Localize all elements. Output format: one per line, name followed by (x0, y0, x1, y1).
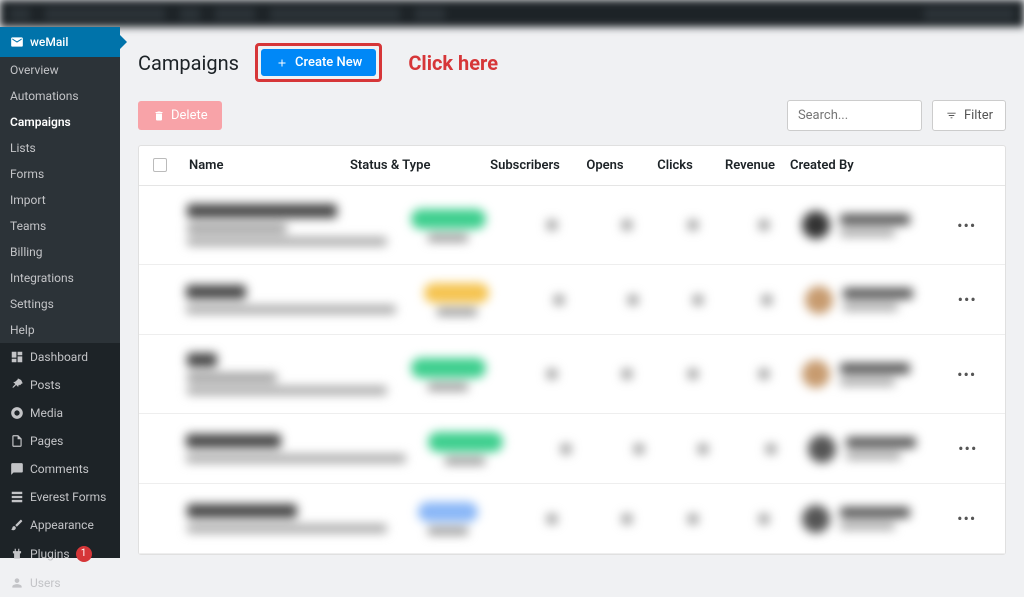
sidebar-sub-automations[interactable]: Automations (0, 83, 120, 109)
sidebar-item-dashboard[interactable]: Dashboard (0, 343, 120, 371)
sidebar-item-appearance[interactable]: Appearance (0, 511, 120, 539)
sidebar-sub-campaigns[interactable]: Campaigns (0, 109, 120, 135)
sidebar: weMail OverviewAutomationsCampaignsLists… (0, 27, 120, 558)
sidebar-item-comments[interactable]: Comments (0, 455, 120, 483)
col-revenue: Revenue (710, 158, 790, 173)
main-content: Campaigns Create New Click here Delete (120, 27, 1024, 558)
dashboard-icon (10, 350, 24, 364)
create-button-label: Create New (295, 55, 362, 70)
campaign-name-cell (187, 353, 387, 395)
more-actions-icon[interactable]: ••• (958, 290, 977, 309)
sidebar-brand-wemail[interactable]: weMail (0, 27, 120, 57)
users-icon (10, 576, 24, 590)
sidebar-item-everest-forms[interactable]: Everest Forms (0, 483, 120, 511)
campaign-name-cell (187, 204, 387, 246)
status-cell (396, 283, 517, 316)
more-actions-icon[interactable]: ••• (957, 365, 976, 384)
col-created-by: Created By (790, 158, 955, 173)
sidebar-item-pages[interactable]: Pages (0, 427, 120, 455)
sidebar-sub-help[interactable]: Help (0, 317, 120, 343)
sidebar-sub-overview[interactable]: Overview (0, 57, 120, 83)
more-actions-icon[interactable]: ••• (958, 439, 977, 458)
sidebar-item-media[interactable]: Media (0, 399, 120, 427)
filter-button-label: Filter (964, 108, 993, 123)
sidebar-sub-billing[interactable]: Billing (0, 239, 120, 265)
status-cell (387, 358, 510, 391)
hint-annotation: Click here (408, 51, 498, 75)
status-cell (387, 502, 510, 535)
created-by-cell (808, 435, 959, 463)
col-clicks: Clicks (640, 158, 710, 173)
sidebar-item-users[interactable]: Users (0, 569, 120, 597)
plugin-icon (10, 547, 24, 561)
admin-topbar (0, 0, 1024, 27)
sidebar-sub-teams[interactable]: Teams (0, 213, 120, 239)
pin-icon (10, 378, 24, 392)
badge: 1 (76, 546, 92, 562)
plus-icon (275, 56, 289, 70)
delete-button-label: Delete (171, 108, 208, 123)
sidebar-submenu: OverviewAutomationsCampaignsListsFormsIm… (0, 57, 120, 343)
create-button-highlight: Create New (255, 43, 382, 82)
table-row[interactable]: ••• (139, 484, 1005, 554)
col-opens: Opens (570, 158, 640, 173)
table-row[interactable]: ••• (139, 186, 1005, 265)
campaign-name-cell (187, 504, 387, 533)
sidebar-sub-forms[interactable]: Forms (0, 161, 120, 187)
col-name[interactable]: Name (189, 158, 350, 173)
table-row[interactable]: ••• (139, 335, 1005, 414)
campaign-name-cell (186, 434, 406, 463)
col-status: Status & Type (350, 158, 480, 173)
delete-button[interactable]: Delete (138, 101, 222, 130)
sidebar-sub-integrations[interactable]: Integrations (0, 265, 120, 291)
appearance-icon (10, 518, 24, 532)
sidebar-sub-lists[interactable]: Lists (0, 135, 120, 161)
table-row[interactable]: ••• (139, 414, 1005, 484)
col-subscribers: Subscribers (480, 158, 570, 173)
campaign-name-cell (186, 285, 396, 314)
table-row[interactable]: ••• (139, 265, 1005, 335)
search-input[interactable] (787, 100, 922, 131)
created-by-cell (802, 211, 958, 239)
campaigns-table: Name Status & Type Subscribers Opens Cli… (138, 145, 1006, 555)
media-icon (10, 406, 24, 420)
created-by-cell (802, 505, 958, 533)
sidebar-item-posts[interactable]: Posts (0, 371, 120, 399)
status-cell (387, 209, 510, 242)
table-header-row: Name Status & Type Subscribers Opens Cli… (139, 146, 1005, 186)
brand-label: weMail (30, 35, 68, 49)
select-all-checkbox[interactable] (153, 158, 167, 172)
page-title: Campaigns (138, 51, 239, 75)
created-by-cell (802, 360, 958, 388)
more-actions-icon[interactable]: ••• (957, 216, 976, 235)
pages-icon (10, 434, 24, 448)
mail-icon (10, 35, 24, 49)
filter-button[interactable]: Filter (932, 100, 1006, 131)
filter-icon (945, 109, 959, 123)
more-actions-icon[interactable]: ••• (957, 509, 976, 528)
created-by-cell (805, 286, 958, 314)
status-cell (406, 432, 525, 465)
sidebar-sub-import[interactable]: Import (0, 187, 120, 213)
trash-icon (152, 109, 166, 123)
comment-icon (10, 462, 24, 476)
create-new-button[interactable]: Create New (261, 49, 376, 76)
sidebar-item-plugins[interactable]: Plugins1 (0, 539, 120, 569)
forms-icon (10, 490, 24, 504)
sidebar-sub-settings[interactable]: Settings (0, 291, 120, 317)
